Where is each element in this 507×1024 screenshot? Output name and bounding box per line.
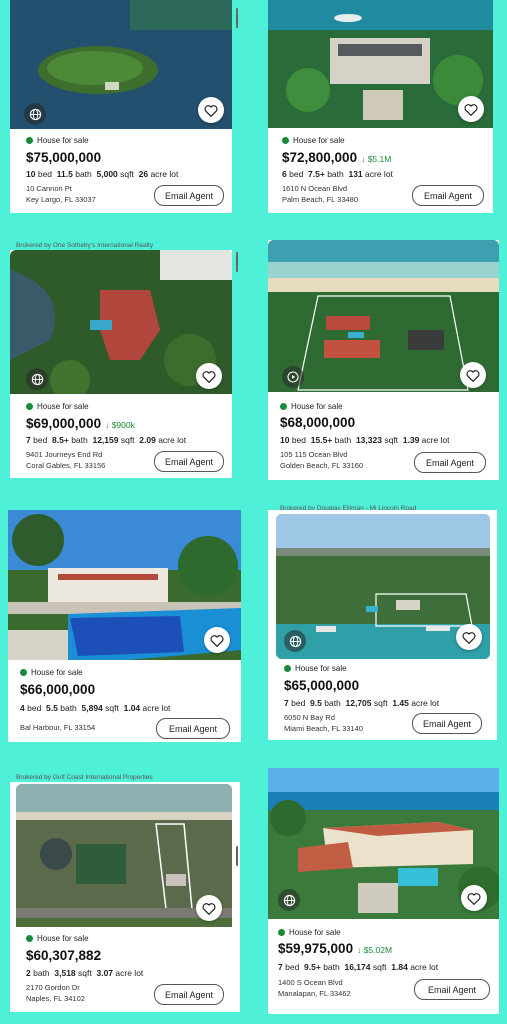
status-dot — [26, 403, 33, 410]
price: $66,000,000 — [20, 682, 96, 697]
status-label: House for sale — [278, 928, 341, 937]
globe-icon[interactable] — [24, 103, 46, 125]
status-label: House for sale — [26, 136, 89, 145]
address: 9401 Journeys End Rd Coral Gables, FL 331… — [26, 450, 106, 470]
email-agent-button[interactable]: Email Agent — [414, 452, 486, 473]
listing-card[interactable]: House for sale $66,000,000 4 bed 5.5 bat… — [8, 510, 241, 742]
price-drop: ↓ $900k — [105, 420, 135, 430]
listing-card[interactable]: House for sale $72,800,000 ↓ $5.1M 6 bed … — [268, 0, 493, 213]
listing-card[interactable]: House for sale $65,000,000 7 bed 9.5 bat… — [268, 510, 497, 740]
specs: 10 bed 15.5+ bath 13,323 sqft 1.39 acre … — [280, 435, 450, 445]
status-label: House for sale — [20, 668, 83, 677]
heart-icon[interactable] — [204, 627, 230, 653]
heart-icon[interactable] — [460, 362, 486, 388]
price: $69,000,000 ↓ $900k — [26, 416, 135, 431]
specs: 7 bed 9.5 bath 12,705 sqft 1.45 acre lot — [284, 698, 440, 708]
heart-icon[interactable] — [461, 885, 487, 911]
specs: 10 bed 11.5 bath 5,000 sqft 26 acre lot — [26, 169, 179, 179]
broker-label: Brokered by One Sotheby's International … — [16, 242, 154, 249]
price: $60,307,882 — [26, 948, 102, 963]
price: $65,000,000 — [284, 678, 360, 693]
email-agent-button[interactable]: Email Agent — [154, 984, 224, 1005]
listing-card[interactable]: House for sale $68,000,000 10 bed 15.5+ … — [268, 240, 499, 480]
address: 2170 Gordon Dr Naples, FL 34102 — [26, 983, 85, 1003]
listing-card[interactable]: House for sale $69,000,000 ↓ $900k 7 bed … — [10, 250, 232, 478]
address: 1610 N Ocean Blvd Palm Beach, FL 33480 — [282, 184, 359, 204]
status-label: House for sale — [280, 402, 343, 411]
status-dot — [26, 935, 33, 942]
address: 1400 S Ocean Blvd Manalapan, FL 33462 — [278, 978, 351, 998]
address: 10 Cannon Pt Key Largo, FL 33037 — [26, 184, 96, 204]
play-icon[interactable] — [282, 366, 304, 388]
email-agent-button[interactable]: Email Agent — [154, 185, 224, 206]
listing-card[interactable]: House for sale $60,307,882 2 bath 3,518 … — [10, 782, 240, 1012]
status-dot — [278, 929, 285, 936]
heart-icon[interactable] — [196, 895, 222, 921]
price: $68,000,000 — [280, 415, 356, 430]
status-label: House for sale — [284, 664, 347, 673]
specs: 7 bed 8.5+ bath 12,159 sqft 2.09 acre lo… — [26, 435, 187, 445]
globe-icon[interactable] — [278, 889, 300, 911]
globe-icon[interactable] — [284, 630, 306, 652]
heart-icon[interactable] — [196, 363, 222, 389]
globe-icon[interactable] — [26, 368, 48, 390]
status-dot — [20, 669, 27, 676]
email-agent-button[interactable]: Email Agent — [414, 979, 490, 1000]
specs: 2 bath 3,518 sqft 3.07 acre lot — [26, 968, 144, 978]
email-agent-button[interactable]: Email Agent — [154, 451, 224, 472]
price: $75,000,000 — [26, 150, 102, 165]
scrollbar[interactable] — [236, 8, 238, 28]
heart-icon[interactable] — [198, 97, 224, 123]
heart-icon[interactable] — [458, 96, 484, 122]
email-agent-button[interactable]: Email Agent — [412, 713, 482, 734]
address: 105 115 Ocean Blvd Golden Beach, FL 33160 — [280, 450, 364, 470]
specs: 4 bed 5.5 bath 5,894 sqft 1.04 acre lot — [20, 703, 171, 713]
scrollbar[interactable] — [236, 252, 238, 272]
status-label: House for sale — [282, 136, 345, 145]
listing-card[interactable]: House for sale $75,000,000 10 bed 11.5 b… — [10, 0, 232, 213]
status-dot — [280, 403, 287, 410]
status-dot — [26, 137, 33, 144]
specs: 7 bed 9.5+ bath 16,174 sqft 1.84 acre lo… — [278, 962, 439, 972]
address: Bal Harbour, FL 33154 — [20, 723, 96, 732]
scrollbar[interactable] — [236, 846, 238, 866]
status-label: House for sale — [26, 402, 89, 411]
listing-card[interactable]: House for sale $59,975,000 ↓ $5.02M 7 bed… — [268, 768, 499, 1014]
specs: 6 bed 7.5+ bath 131 acre lot — [282, 169, 393, 179]
status-dot — [282, 137, 289, 144]
address: 6050 N Bay Rd Miami Beach, FL 33140 — [284, 713, 363, 733]
heart-icon[interactable] — [456, 624, 482, 650]
price-drop: ↓ $5.02M — [357, 945, 393, 955]
email-agent-button[interactable]: Email Agent — [412, 185, 484, 206]
price-drop: ↓ $5.1M — [361, 154, 392, 164]
email-agent-button[interactable]: Email Agent — [156, 718, 230, 739]
status-dot — [284, 665, 291, 672]
price: $59,975,000 ↓ $5.02M — [278, 941, 393, 956]
price: $72,800,000 ↓ $5.1M — [282, 150, 392, 165]
broker-label: Brokered by Gulf Coast International Pro… — [16, 774, 153, 781]
status-label: House for sale — [26, 934, 89, 943]
